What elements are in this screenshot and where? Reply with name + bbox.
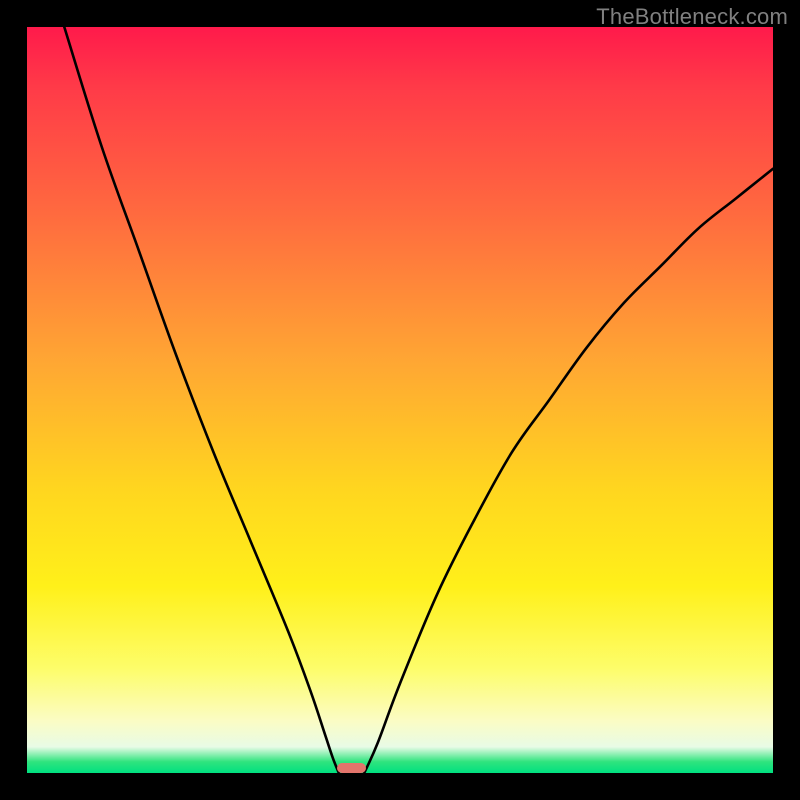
bottleneck-curve <box>27 27 773 773</box>
watermark-text: TheBottleneck.com <box>596 4 788 30</box>
chart-frame: TheBottleneck.com <box>0 0 800 800</box>
minimum-marker <box>337 763 367 773</box>
plot-area <box>27 27 773 773</box>
